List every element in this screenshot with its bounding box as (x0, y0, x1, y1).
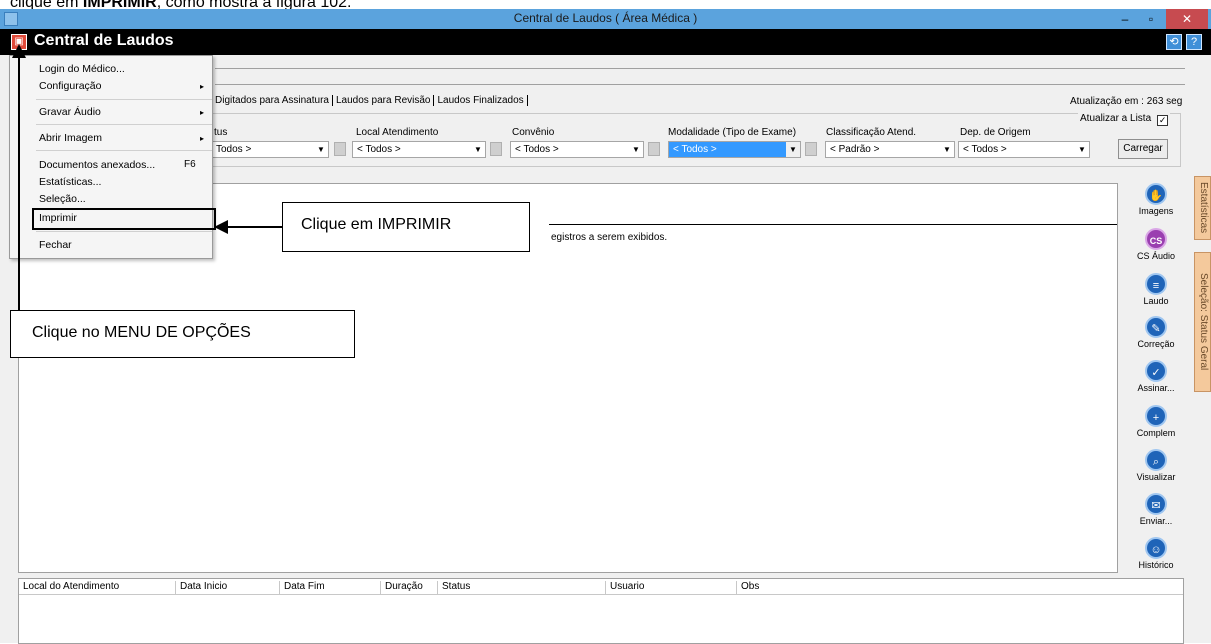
tab-finalizados[interactable]: Laudos Finalizados (434, 95, 528, 106)
auto-update-checkbox[interactable]: ✓ (1157, 115, 1169, 126)
side-tab-selecao[interactable]: Seleção: Status Geral (1194, 252, 1211, 392)
divider (215, 68, 1185, 69)
log-header: Local do Atendimento Data Inicio Data Fi… (19, 579, 1183, 595)
menu-item-imprimir[interactable]: Imprimir (39, 212, 77, 224)
menu-item-documentos[interactable]: Documentos anexados... (39, 159, 155, 171)
divider (215, 84, 1185, 85)
menu-item-abrir-imagem[interactable]: Abrir Imagem (39, 132, 102, 144)
tool-enviar[interactable]: ✉ Enviar... (1133, 493, 1179, 526)
menu-item-fechar[interactable]: Fechar (39, 239, 72, 251)
refresh-icon[interactable]: ⟲ (1166, 34, 1182, 50)
help-icon[interactable]: ? (1186, 34, 1202, 50)
add-icon: + (1145, 405, 1167, 427)
tool-historico[interactable]: ☺ Histórico (1133, 537, 1179, 570)
hand-icon: ✋ (1145, 183, 1167, 205)
local-select[interactable]: < Todos > ▼ (352, 141, 486, 158)
menu-item-selecao[interactable]: Seleção... (39, 193, 86, 205)
log-col-usuario[interactable]: Usuario (606, 581, 737, 594)
filter-icon[interactable] (490, 142, 502, 156)
filter-icon[interactable] (805, 142, 817, 156)
arrow-line (228, 226, 282, 228)
menu-item-configuracao[interactable]: Configuração (39, 80, 101, 92)
origem-select[interactable]: < Todos > ▼ (958, 141, 1090, 158)
menu-separator (36, 150, 212, 151)
classificacao-select[interactable]: < Padrão > ▼ (825, 141, 955, 158)
magnifier-icon: ⌕ (1145, 449, 1167, 471)
tool-complem[interactable]: + Complem (1133, 405, 1179, 438)
cs-audio-icon: CS (1145, 228, 1167, 250)
arrow-head-icon (12, 44, 26, 58)
tool-cs-audio[interactable]: CS CS Áudio (1133, 228, 1179, 261)
menu-separator (36, 99, 212, 100)
empty-list-message: egistros a serem exibidos. (551, 232, 668, 243)
arrow-head-icon (214, 220, 228, 234)
menu-item-estatisticas[interactable]: Estatísticas... (39, 176, 101, 188)
side-tab-estatisticas[interactable]: Estatísticas (1194, 176, 1211, 240)
list-header-line (549, 224, 1117, 225)
status-label: tus (214, 127, 228, 138)
user-history-icon: ☺ (1145, 537, 1167, 559)
chevron-down-icon: ▼ (786, 142, 800, 157)
pencil-icon: ✎ (1145, 316, 1167, 338)
filter-icon[interactable] (648, 142, 660, 156)
refresh-status: Atualização em : 263 seg (1070, 96, 1183, 107)
tool-laudo[interactable]: ≡ Laudo (1133, 273, 1179, 306)
filter-group (211, 113, 1181, 167)
history-log-table: Local do Atendimento Data Inicio Data Fi… (18, 578, 1184, 644)
options-menu: Login do Médico... Configuração ▸ Gravar… (9, 55, 216, 259)
menu-item-gravar-audio[interactable]: Gravar Áudio (39, 106, 101, 118)
log-col-duracao[interactable]: Duração (381, 581, 438, 594)
shortcut-f6: F6 (184, 159, 196, 170)
close-button[interactable]: ✕ (1166, 9, 1208, 29)
origem-label: Dep. de Origem (960, 127, 1031, 138)
tool-assinar[interactable]: ✓ Assinar... (1133, 360, 1179, 393)
menu-separator (36, 231, 212, 232)
chevron-down-icon: ▼ (632, 145, 640, 154)
modalidade-label: Modalidade (Tipo de Exame) (668, 127, 797, 138)
convenio-select[interactable]: < Todos > ▼ (510, 141, 644, 158)
load-button[interactable]: Carregar (1118, 139, 1168, 159)
arrow-line (18, 55, 20, 310)
log-col-status[interactable]: Status (438, 581, 606, 594)
document-icon: ≡ (1145, 273, 1167, 295)
tool-correcao[interactable]: ✎ Correção (1133, 316, 1179, 349)
maximize-button[interactable]: ▫ (1138, 9, 1164, 29)
laudo-tabs: Digitados para Assinatura Laudos para Rev… (212, 95, 528, 106)
tab-revisao[interactable]: Laudos para Revisão (332, 95, 435, 106)
modalidade-select[interactable]: < Todos > ▼ (668, 141, 801, 158)
submenu-arrow-icon: ▸ (200, 82, 205, 91)
log-col-local[interactable]: Local do Atendimento (19, 581, 176, 594)
app-header: ▣ Central de Laudos ⟲ ? (0, 29, 1211, 55)
chevron-down-icon: ▼ (943, 145, 951, 154)
log-col-data-inicio[interactable]: Data Inicio (176, 581, 280, 594)
sign-icon: ✓ (1145, 360, 1167, 382)
tab-digitados[interactable]: Digitados para Assinatura (212, 95, 333, 106)
local-label: Local Atendimento (356, 127, 439, 138)
classificacao-label: Classificação Atend. (826, 127, 917, 138)
chevron-down-icon: ▼ (474, 145, 482, 154)
convenio-label: Convênio (512, 127, 555, 138)
mail-icon: ✉ (1145, 493, 1167, 515)
menu-item-login[interactable]: Login do Médico... (39, 63, 125, 75)
submenu-arrow-icon: ▸ (200, 108, 205, 117)
auto-update-toggle[interactable]: Atualizar a Lista ✓ (1078, 113, 1171, 126)
filter-icon[interactable] (334, 142, 346, 156)
log-col-data-fim[interactable]: Data Fim (280, 581, 381, 594)
callout-menu: Clique no MENU DE OPÇÕES (10, 310, 355, 358)
menu-separator (36, 124, 212, 125)
status-select[interactable]: Todos > ▼ (211, 141, 329, 158)
window-titlebar: Central de Laudos ( Área Médica ) – ▫ ✕ (0, 9, 1211, 29)
callout-imprimir: Clique em IMPRIMIR (282, 202, 530, 252)
window-title: Central de Laudos ( Área Médica ) (513, 11, 698, 25)
minimize-button[interactable]: – (1112, 9, 1138, 29)
submenu-arrow-icon: ▸ (200, 134, 205, 143)
app-name: Central de Laudos (34, 32, 174, 49)
log-col-obs[interactable]: Obs (737, 581, 1183, 594)
chevron-down-icon: ▼ (317, 145, 325, 154)
chevron-down-icon: ▼ (1078, 145, 1086, 154)
tool-imagens[interactable]: ✋ Imagens (1133, 183, 1179, 216)
tool-visualizar[interactable]: ⌕ Visualizar (1133, 449, 1179, 482)
